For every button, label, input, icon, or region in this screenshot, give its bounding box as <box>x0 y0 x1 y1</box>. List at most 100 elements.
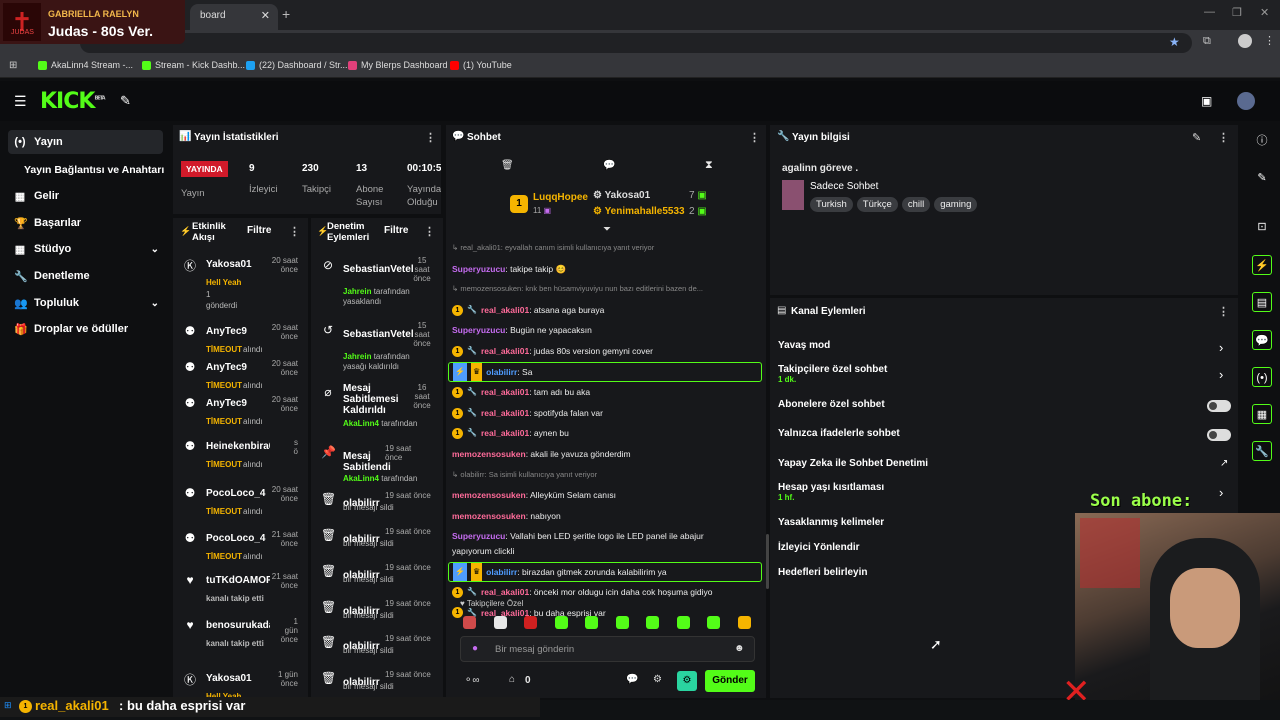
chat-menu-icon[interactable]: ⋮ <box>749 131 760 144</box>
chat-side-icon[interactable]: 💬 <box>1252 330 1272 350</box>
hourglass-icon[interactable]: ⧗ <box>705 159 713 172</box>
chat-message[interactable]: ⚡ ♛ olabilirr: birazdan gitmek zorunda kal… <box>448 561 762 583</box>
kick-logo[interactable]: KICKBETA <box>40 89 106 114</box>
stream-tag[interactable]: gaming <box>934 197 978 212</box>
emote-icon[interactable] <box>493 616 507 629</box>
settings-icon[interactable]: ⚙ <box>653 674 662 685</box>
moderator-name[interactable]: AkaLinn4 <box>343 419 379 428</box>
chat-message[interactable]: Superyuzucu: Bugün ne yapacaksın <box>452 320 762 341</box>
chevron-right-icon[interactable]: › <box>1219 340 1223 355</box>
extensions-icon[interactable]: ⧉ <box>1203 35 1211 48</box>
activity-user[interactable]: Heinekenbira0044 <box>206 441 270 452</box>
chat-message[interactable]: memozensosuken: nabıyon <box>452 506 762 527</box>
emote-icon[interactable] <box>463 616 476 629</box>
chat-message[interactable]: 1 🔧 real_akali01: tam adı bu aka <box>452 382 762 403</box>
toggle-switch[interactable] <box>1207 429 1231 441</box>
nav-item[interactable]: 🔧 Denetleme <box>8 264 163 288</box>
menu-icon[interactable]: ⋮ <box>1264 34 1275 47</box>
send-button[interactable]: Gönder <box>705 670 755 692</box>
chat-username[interactable]: Superyuzucu <box>452 259 505 280</box>
chat-username[interactable]: real_akali01 <box>481 341 529 362</box>
user-avatar[interactable] <box>1237 92 1255 110</box>
info-icon[interactable]: ⓘ <box>1252 131 1272 151</box>
activity-user[interactable]: tuTKdOAMOP <box>206 575 270 586</box>
chat-username[interactable]: memozensosuken <box>452 444 526 465</box>
bookmark-item[interactable]: My Blerps Dashboard <box>348 60 448 70</box>
activity-user[interactable]: PocoLoco_4 <box>206 533 270 544</box>
mic-icon[interactable]: ● <box>472 643 478 654</box>
nav-item[interactable]: 🏆 Başarılar <box>8 211 163 235</box>
chat-message[interactable]: memozensosuken: akali ile yavuza gönderd… <box>452 444 762 465</box>
apps-icon[interactable]: ⊞ <box>9 60 17 71</box>
browser-tab[interactable]: board ✕ <box>190 4 278 30</box>
stream-tag[interactable]: chill <box>901 197 931 212</box>
emote-icon[interactable] <box>646 616 659 629</box>
maximize-icon[interactable]: ❐ <box>1232 6 1242 19</box>
moderator-name[interactable]: Jahrein <box>343 287 371 296</box>
external-link-icon[interactable]: ↗ <box>1220 458 1228 469</box>
clear-chat-icon[interactable]: 🗑 <box>501 160 514 171</box>
url-field[interactable]: dashboard.kick.com <box>80 33 1192 53</box>
chevron-down-icon[interactable]: ⌄ <box>151 298 159 309</box>
expand-chevron-icon[interactable]: ⏷ <box>603 224 611 235</box>
chat-username[interactable]: memozensosuken <box>452 506 526 527</box>
emoji-icon[interactable]: ☻ <box>734 643 745 654</box>
viewers-icon[interactable]: ⚬∞ <box>464 675 480 686</box>
bookmark-item[interactable]: (22) Dashboard / Str... <box>246 60 348 70</box>
channel-action-row[interactable]: Yalnızca ifadelerle sohbet <box>778 428 1228 439</box>
emote-icon[interactable] <box>676 616 690 629</box>
chat-username[interactable]: real_akali01 <box>481 423 529 444</box>
nav-item[interactable]: ▦ Stüdyo ⌄ <box>8 237 163 261</box>
activity-user[interactable]: PocoLoco_4 <box>206 488 270 499</box>
chat-username[interactable]: olabilirr <box>486 562 517 581</box>
screen-icon[interactable]: ⊡ <box>1252 217 1272 237</box>
channel-action-row[interactable]: Yapay Zeka ile Sohbet Denetimi <box>778 458 1228 469</box>
layout-icon[interactable]: ▦ <box>1252 404 1272 424</box>
emote-icon[interactable] <box>524 616 537 629</box>
lightning-icon[interactable]: ⚡ <box>1252 255 1272 275</box>
streamer-mode-icon[interactable]: ▣ <box>1201 94 1212 108</box>
top-gifter-2[interactable]: ⚙ Yakosa01 <box>593 190 650 201</box>
bookmark-item[interactable]: Stream - Kick Dashb... <box>142 60 245 70</box>
minimize-icon[interactable]: — <box>1204 6 1215 18</box>
edit-icon[interactable]: ✎ <box>1192 131 1201 144</box>
nav-item[interactable]: ▦ Gelir <box>8 184 163 208</box>
moderator-name[interactable]: Jahrein <box>343 352 371 361</box>
profile-avatar[interactable] <box>1238 34 1252 48</box>
chat-message[interactable]: ⚡ ♛ olabilirr: Sa <box>448 361 762 383</box>
chat-username[interactable]: Superyuzucu <box>452 320 505 341</box>
tools-icon[interactable]: 🔧 <box>1252 441 1272 461</box>
activity-user[interactable]: AnyTec9 <box>206 362 270 373</box>
chat-message[interactable]: 1 🔧 real_akali01: spotifyda falan var <box>452 403 762 424</box>
stream-tag[interactable]: Turkish <box>810 197 853 212</box>
chat-message[interactable]: ↳ real_akali01: eyvallah canım isimli ku… <box>452 238 762 259</box>
nav-item[interactable]: 👥 Topluluk ⌄ <box>8 291 163 315</box>
document-icon[interactable]: ▤ <box>1252 292 1272 312</box>
chevron-right-icon[interactable]: › <box>1219 367 1223 382</box>
channel-actions-menu-icon[interactable]: ⋮ <box>1218 305 1229 318</box>
chat-username[interactable]: real_akali01 <box>481 300 529 321</box>
stream-info-menu-icon[interactable]: ⋮ <box>1218 131 1229 144</box>
top-gifter-1[interactable]: LuqqHopee <box>533 192 588 203</box>
chat-message[interactable]: ↳ olabilirr: Sa isimli kullanıcıya yanıt… <box>452 465 762 486</box>
bookmark-item[interactable]: AkaLinn4 Stream -... <box>38 60 133 70</box>
star-icon[interactable]: ★ <box>1169 35 1180 49</box>
pencil-icon[interactable]: ✎ <box>1252 168 1272 188</box>
chat-username[interactable]: real_akali01 <box>481 382 529 403</box>
chat-username[interactable]: real_akali01 <box>481 403 529 424</box>
channel-action-row[interactable]: Abonelere özel sohbet <box>778 399 1228 410</box>
mod-menu-icon[interactable]: ⋮ <box>424 225 435 238</box>
activity-filter-button[interactable]: Filtre <box>247 225 271 236</box>
emote-icon[interactable] <box>554 616 568 629</box>
channel-action-row[interactable]: Takipçilere özel sohbet 1 dk. <box>778 364 1228 384</box>
bookmark-item[interactable]: (1) YouTube <box>450 60 512 70</box>
chat-message[interactable]: 1 🔧 real_akali01: atsana aga buraya <box>452 300 762 321</box>
pin-tool-icon[interactable]: ✎ <box>120 93 131 109</box>
emote-icon[interactable] <box>585 616 598 629</box>
bot-icon[interactable]: ⚙ <box>677 671 697 691</box>
close-window-icon[interactable]: ✕ <box>1260 6 1269 19</box>
hamburger-icon[interactable]: ☰ <box>14 93 27 110</box>
activity-user[interactable]: benosurukadam <box>206 620 270 631</box>
chat-message[interactable]: memozensosuken: Alleyküm Selam canısı <box>452 485 762 506</box>
channel-action-row[interactable]: Yavaş mod <box>778 340 1228 351</box>
